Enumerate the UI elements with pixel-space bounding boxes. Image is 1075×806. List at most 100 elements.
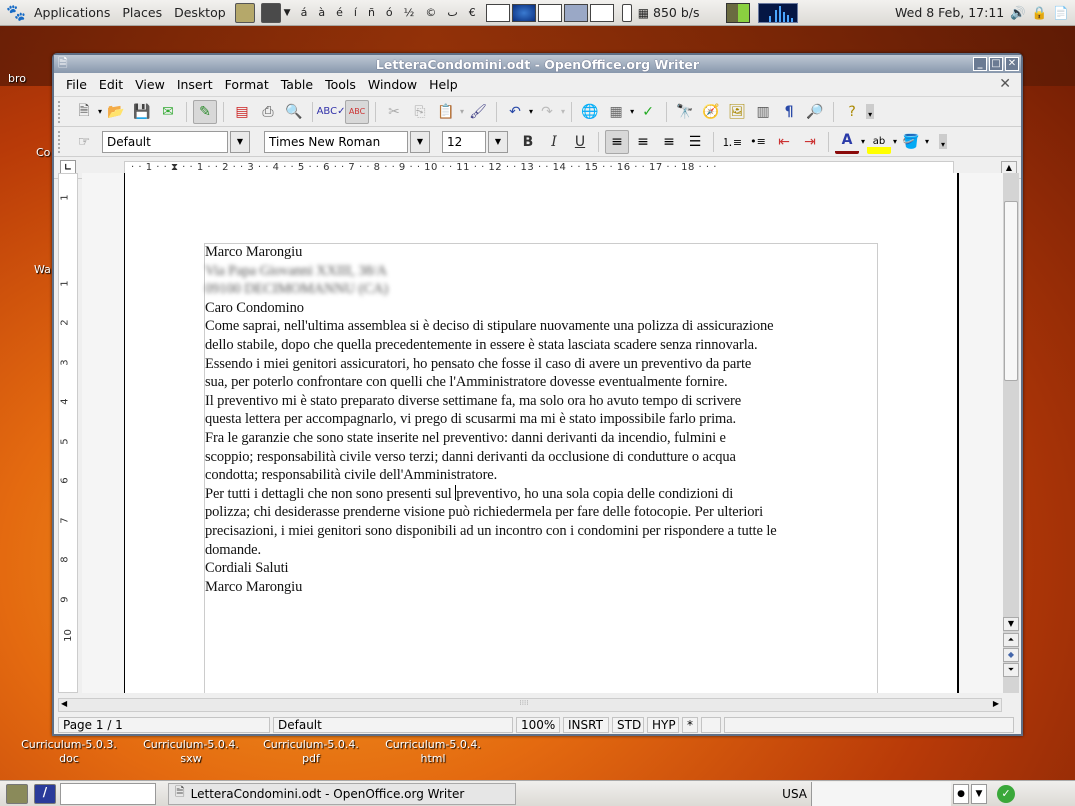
- bullets-icon[interactable]: •≡: [746, 130, 770, 154]
- zoom-icon[interactable]: 🔎: [803, 100, 827, 124]
- dot-button[interactable]: ●: [953, 783, 969, 804]
- scroll-left-arrow-icon[interactable]: ◀: [61, 699, 67, 708]
- close-document-icon[interactable]: ✕: [999, 76, 1011, 92]
- copy-icon[interactable]: ⎘: [408, 100, 432, 124]
- clipboard-icon[interactable]: 📄: [1053, 5, 1069, 21]
- font-size-combo[interactable]: 12: [442, 130, 486, 153]
- keyboard-layout-indicator[interactable]: USA: [782, 787, 807, 801]
- toolbar-grip[interactable]: [58, 100, 64, 123]
- paragraph-style-dropdown-icon[interactable]: ▼: [230, 130, 250, 153]
- find-replace-icon[interactable]: 🔭: [673, 100, 697, 124]
- export-pdf-icon[interactable]: ▤: [230, 100, 254, 124]
- close-button[interactable]: ✕: [1005, 57, 1019, 71]
- auto-spellcheck-icon[interactable]: ABC: [345, 99, 370, 124]
- toolbar-grip[interactable]: [58, 130, 64, 153]
- edit-mode-icon[interactable]: ✎: [193, 99, 218, 124]
- show-desktop-icon[interactable]: [6, 783, 28, 804]
- font-name-combo[interactable]: Times New Roman: [264, 130, 408, 153]
- next-page-icon[interactable]: ⏷: [1003, 663, 1019, 677]
- volume-icon[interactable]: 🔊: [1010, 5, 1026, 21]
- toolbar-overflow-icon[interactable]: ▾: [866, 104, 875, 119]
- workspace-1[interactable]: [485, 3, 510, 22]
- menu-window[interactable]: Window: [362, 77, 423, 92]
- print-icon[interactable]: ⎙: [256, 100, 280, 124]
- menu-applications[interactable]: Applications: [28, 5, 116, 20]
- undo-dropdown-icon[interactable]: ▾: [529, 107, 533, 116]
- redo-icon[interactable]: ↷: [535, 100, 559, 124]
- globe-workspace-icon[interactable]: [511, 3, 536, 22]
- font-color-dropdown-icon[interactable]: ▾: [861, 137, 865, 146]
- draw-functions-icon[interactable]: ✓: [636, 100, 660, 124]
- desktop-partial-label[interactable]: Wa: [34, 263, 51, 277]
- print-preview-icon[interactable]: 🔍: [282, 100, 306, 124]
- vertical-scroll-thumb[interactable]: [1004, 201, 1018, 381]
- underline-icon[interactable]: U: [568, 130, 592, 154]
- char-button[interactable]: ñ: [368, 6, 375, 19]
- open-folder-icon[interactable]: 📂: [104, 100, 128, 124]
- taskbar-window-button[interactable]: 🗎 LetteraCondomini.odt - OpenOffice.org …: [168, 782, 516, 805]
- maximize-button[interactable]: □: [989, 57, 1003, 71]
- scroll-down-arrow-icon[interactable]: ▼: [1003, 617, 1019, 631]
- bold-icon[interactable]: B: [516, 130, 540, 154]
- paste-icon[interactable]: 📋: [434, 100, 458, 124]
- title-bar[interactable]: 🗎 LetteraCondomini.odt - OpenOffice.org …: [54, 55, 1021, 73]
- char-button[interactable]: ó: [386, 6, 393, 19]
- navigator-icon[interactable]: 🧭: [699, 100, 723, 124]
- vertical-scrollbar[interactable]: ▼ ⏶ ◆ ⏷: [1003, 173, 1019, 693]
- window-app-icon[interactable]: 🗎: [58, 54, 68, 75]
- decrease-indent-icon[interactable]: ⇤: [772, 130, 796, 154]
- lock-icon[interactable]: 🔒: [1032, 5, 1048, 21]
- menu-edit[interactable]: Edit: [93, 77, 129, 92]
- char-button[interactable]: €: [469, 6, 476, 19]
- menu-tools[interactable]: Tools: [319, 77, 362, 92]
- horizontal-scrollbar[interactable]: ◀ ⁞⁞⁞⁞ ▶: [58, 698, 1002, 712]
- update-ok-icon[interactable]: ✓: [997, 784, 1015, 803]
- menu-view[interactable]: View: [129, 77, 171, 92]
- email-icon[interactable]: ✉: [156, 100, 180, 124]
- spellcheck-icon[interactable]: ABC✓: [317, 100, 346, 124]
- scroll-right-arrow-icon[interactable]: ▶: [993, 699, 999, 708]
- styles-formatting-icon[interactable]: ☞: [72, 130, 96, 154]
- background-color-icon[interactable]: 🪣: [899, 130, 923, 154]
- font-size-dropdown-icon[interactable]: ▼: [488, 130, 508, 153]
- clock[interactable]: Wed 8 Feb, 17:11: [895, 5, 1004, 20]
- align-center-icon[interactable]: ≡: [631, 130, 655, 154]
- highlighting-dropdown-icon[interactable]: ▾: [893, 137, 897, 146]
- desktop-icon-curriculum-html[interactable]: Curriculum-5.0.4. html: [378, 738, 488, 766]
- document-text[interactable]: Marco Marongiu Via Papa Giovanni XXIII, …: [205, 243, 885, 596]
- previous-page-icon[interactable]: ⏶: [1003, 633, 1019, 647]
- vertical-ruler[interactable]: 1 1 2 3 4 5 6 7 8 9 10: [58, 173, 78, 693]
- paste-dropdown-icon[interactable]: ▾: [460, 107, 464, 116]
- desktop-icon-curriculum-sxw[interactable]: Curriculum-5.0.4. sxw: [136, 738, 246, 766]
- dropdown-arrow-icon[interactable]: ▼: [284, 8, 291, 18]
- toolbar-overflow-icon[interactable]: ▾: [939, 134, 948, 149]
- paragraph-style-combo[interactable]: Default: [102, 130, 228, 153]
- desktop-icon-curriculum-pdf[interactable]: Curriculum-5.0.4. pdf: [256, 738, 366, 766]
- horizontal-scroll-thumb[interactable]: ⁞⁞⁞⁞: [439, 699, 609, 711]
- char-button[interactable]: à: [318, 6, 325, 19]
- formatting-marks-icon[interactable]: ¶: [777, 100, 801, 124]
- workspace-5[interactable]: [589, 3, 614, 22]
- char-button[interactable]: ½: [404, 6, 415, 19]
- gallery-icon[interactable]: 🖼: [725, 100, 749, 124]
- menu-file[interactable]: File: [60, 77, 93, 92]
- numbering-icon[interactable]: ⒈≡: [720, 130, 744, 154]
- document-modified-indicator[interactable]: *: [682, 717, 698, 733]
- menu-places[interactable]: Places: [116, 5, 168, 20]
- new-dropdown-icon[interactable]: ▾: [98, 107, 102, 116]
- menu-desktop[interactable]: Desktop: [168, 5, 232, 20]
- dropdown-arrow-icon[interactable]: ▼: [971, 783, 987, 804]
- char-button[interactable]: ٮ: [447, 6, 457, 19]
- command-input[interactable]: [60, 782, 156, 805]
- workspace-3[interactable]: [537, 3, 562, 22]
- align-left-icon[interactable]: ≡: [605, 129, 629, 154]
- terminal-icon[interactable]: [260, 2, 281, 23]
- page[interactable]: Marco Marongiu Via Papa Giovanni XXIII, …: [124, 173, 959, 693]
- signature-indicator[interactable]: [701, 717, 721, 733]
- cut-icon[interactable]: ✂: [382, 100, 406, 124]
- insert-mode-indicator[interactable]: INSRT: [563, 717, 609, 733]
- new-document-icon[interactable]: 🗎: [72, 100, 96, 124]
- font-color-icon[interactable]: A: [835, 130, 859, 154]
- hyperlink-icon[interactable]: 🌐: [578, 100, 602, 124]
- table-icon[interactable]: ▦: [604, 100, 628, 124]
